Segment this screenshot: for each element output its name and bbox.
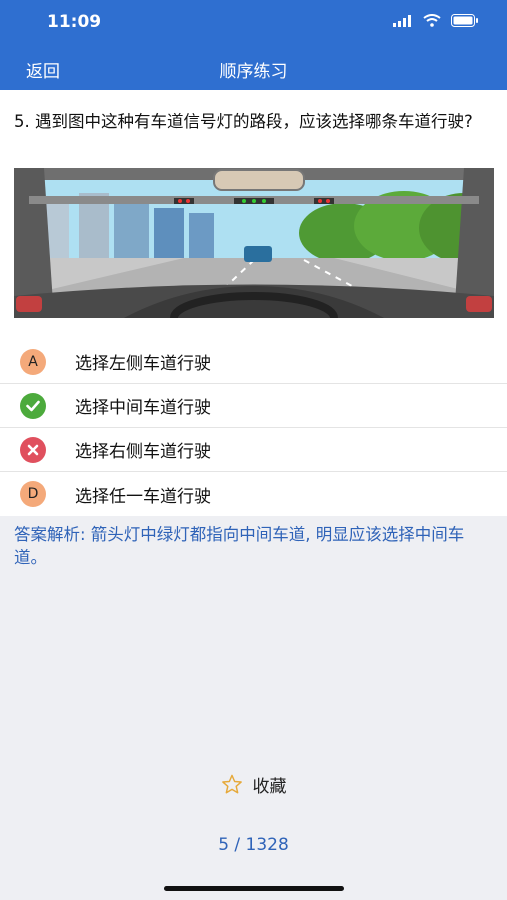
option-a-text: 选择左侧车道行驶 xyxy=(75,354,211,374)
option-d[interactable]: D 选择任一车道行驶 xyxy=(0,472,507,516)
option-a[interactable]: A 选择左侧车道行驶 xyxy=(0,340,507,384)
nav-bar: 返回 顺序练习 xyxy=(0,44,507,90)
close-icon xyxy=(20,436,46,463)
option-d-badge: D xyxy=(20,481,46,507)
signal-icon xyxy=(393,14,411,27)
question-card: 5. 遇到图中这种有车道信号灯的路段，应该选择哪条车道行驶? xyxy=(0,90,507,340)
home-indicator[interactable] xyxy=(164,886,344,891)
page-indicator: 5 / 1328 xyxy=(218,835,289,855)
options-list: A 选择左侧车道行驶 选择中间车道行驶 选择右侧车道行驶 D 选择任一车道行驶 xyxy=(0,340,507,516)
status-bar: 11:09 xyxy=(0,0,507,44)
status-icons xyxy=(393,14,479,27)
option-a-badge: A xyxy=(20,348,46,375)
question-image xyxy=(14,168,494,318)
page-title: 顺序练习 xyxy=(219,62,288,82)
option-b-text: 选择中间车道行驶 xyxy=(75,398,211,418)
option-d-text: 选择任一车道行驶 xyxy=(75,486,211,507)
option-b[interactable]: 选择中间车道行驶 xyxy=(0,384,507,428)
status-time: 11:09 xyxy=(47,12,102,32)
option-c-text: 选择右侧车道行驶 xyxy=(75,442,211,462)
option-c[interactable]: 选择右侧车道行驶 xyxy=(0,428,507,472)
checkmark-icon xyxy=(20,392,46,419)
favorite-label: 收藏 xyxy=(252,777,287,797)
answer-analysis: 答案解析: 箭头灯中绿灯都指向中间车道, 明显应该选择中间车道。 xyxy=(14,525,465,567)
battery-icon xyxy=(451,14,478,27)
question-text: 5. 遇到图中这种有车道信号灯的路段，应该选择哪条车道行驶? xyxy=(14,112,473,131)
favorite-button[interactable]: 收藏 xyxy=(0,772,507,797)
star-outline-icon xyxy=(221,774,242,794)
wifi-icon xyxy=(423,14,441,27)
